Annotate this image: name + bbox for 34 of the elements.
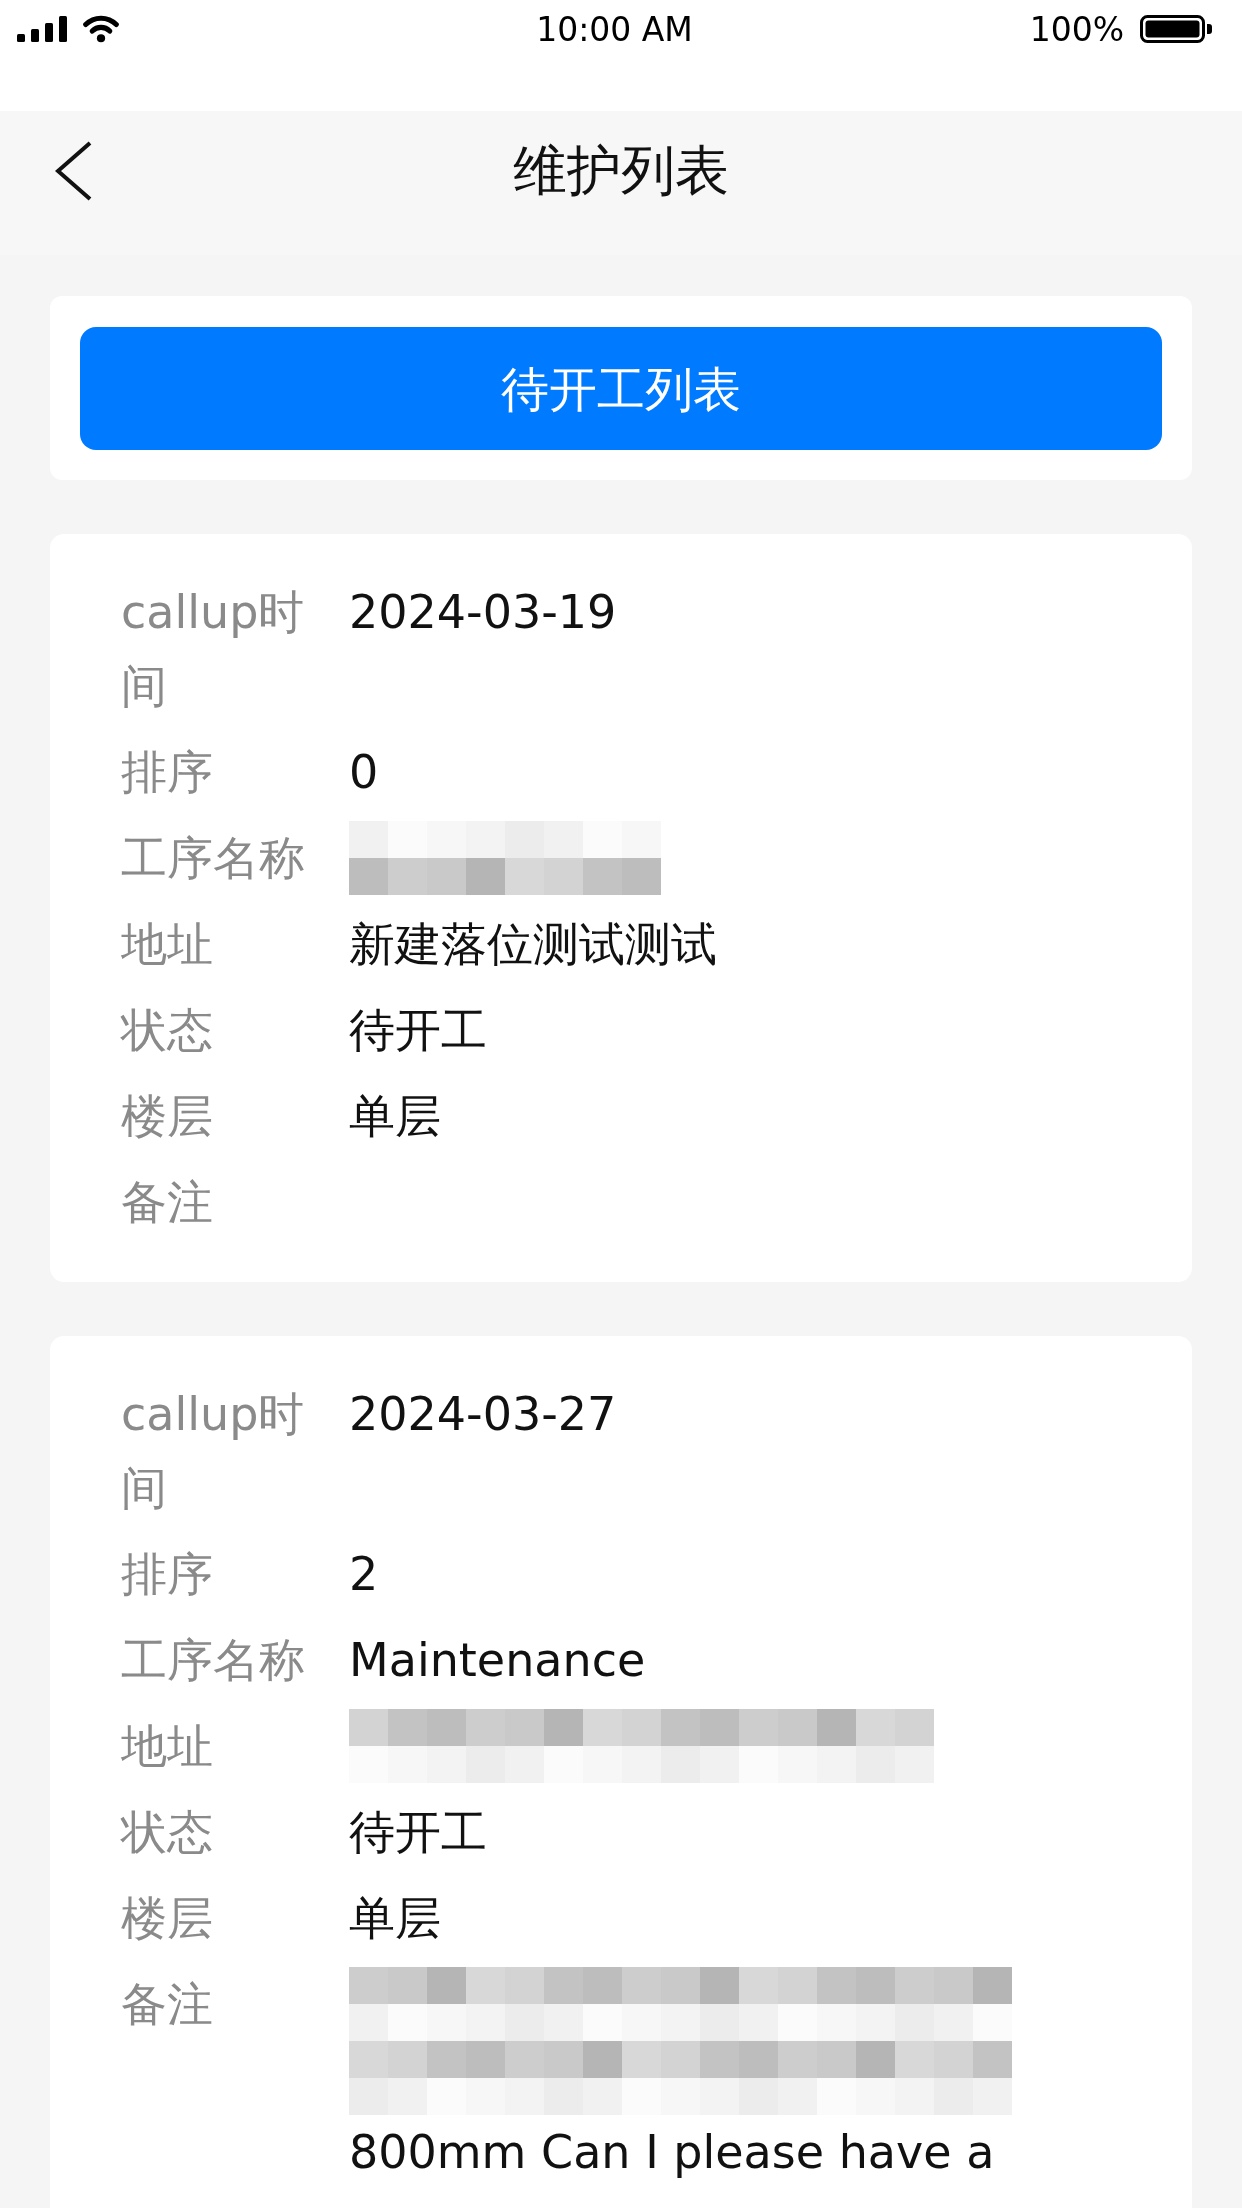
wifi-icon (83, 15, 119, 43)
field-value: 0 (349, 744, 379, 801)
field-value: 2 (349, 1546, 379, 1603)
field-label: 排序 (121, 1546, 214, 1603)
field-label: 状态 (121, 1002, 214, 1059)
field-label: 工序名称 (121, 830, 306, 887)
field-label: 地址 (121, 1718, 214, 1775)
field-value: 2024-03-27 (349, 1386, 617, 1443)
status-time: 10:00 AM (536, 12, 693, 46)
signal-icon (17, 16, 67, 42)
field-label: callup时间 (121, 1386, 306, 1517)
field-label: 楼层 (121, 1890, 214, 1947)
field-value: 单层 (349, 1088, 441, 1145)
field-label: 排序 (121, 744, 214, 801)
field-value: Maintenance (349, 1632, 646, 1689)
list-filter-button[interactable]: 待开工列表 (80, 327, 1162, 450)
field-label: callup时间 (121, 584, 306, 715)
field-label: 地址 (121, 916, 214, 973)
battery-icon (1140, 15, 1212, 43)
field-label: 备注 (121, 1976, 214, 2033)
field-value: 单层 (349, 1890, 441, 1947)
field-value: 800mm Can I please have a (349, 2124, 995, 2181)
field-label: 楼层 (121, 1088, 214, 1145)
field-label: 工序名称 (121, 1632, 306, 1689)
field-value: 待开工 (349, 1804, 487, 1861)
battery-percentage: 100% (1029, 12, 1124, 46)
field-value: 2024-03-19 (349, 584, 617, 641)
page-title: 维护列表 (513, 138, 729, 204)
field-label: 备注 (121, 1174, 214, 1231)
back-icon (55, 141, 93, 201)
back-button[interactable] (55, 141, 93, 201)
field-value: 待开工 (349, 1002, 487, 1059)
field-label: 状态 (121, 1804, 214, 1861)
field-value: 新建落位测试测试 (349, 916, 717, 973)
